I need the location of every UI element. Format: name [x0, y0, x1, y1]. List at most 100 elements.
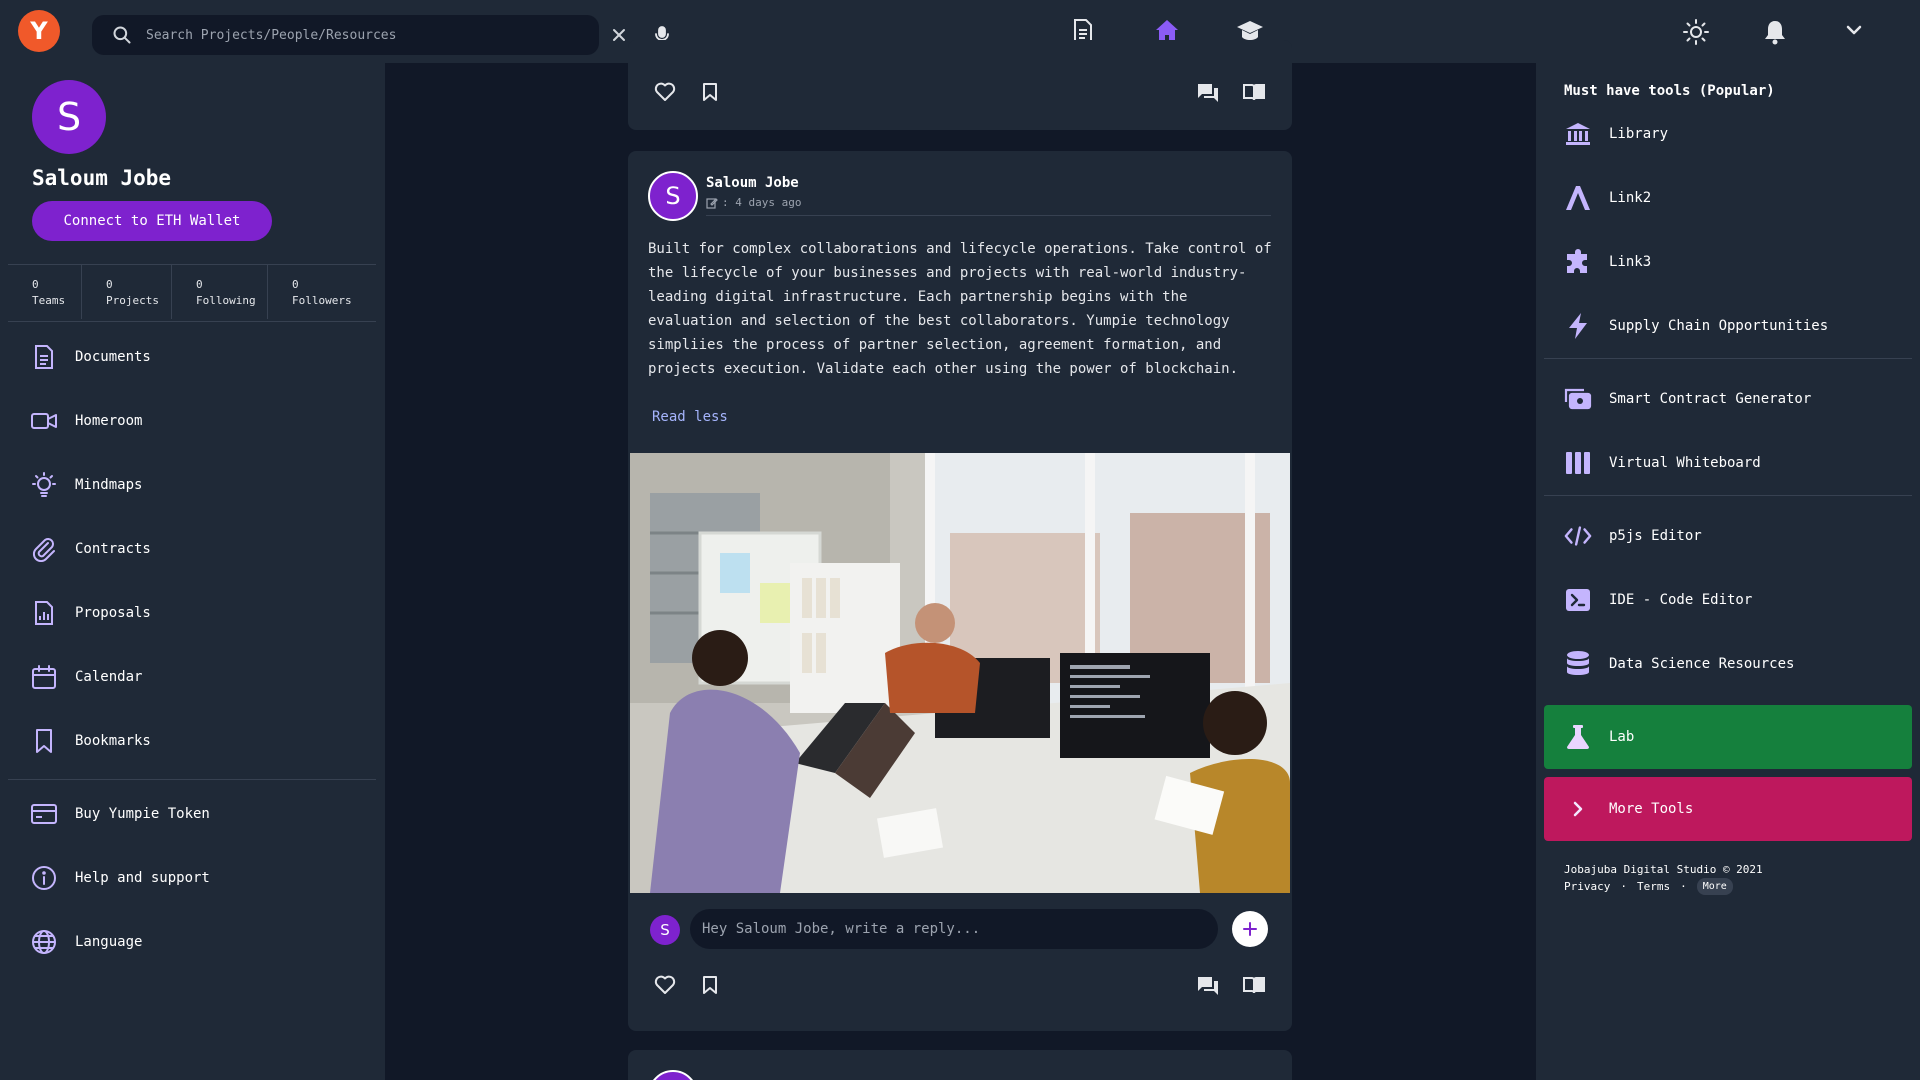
sidebar-item-label: Help and support: [75, 870, 210, 886]
sidebar-item-documents[interactable]: Documents: [8, 329, 376, 385]
sun-icon[interactable]: [1683, 19, 1709, 45]
tool-label: More Tools: [1609, 801, 1694, 817]
sidebar-item-homeroom[interactable]: Homeroom: [8, 393, 376, 449]
left-sidebar: S Saloum Jobe Connect to ETH Wallet 0 Te…: [0, 63, 385, 1080]
post-body: Built for complex collaborations and lif…: [648, 241, 1272, 377]
post-image[interactable]: [630, 453, 1290, 893]
divider: [8, 321, 376, 322]
sidebar-item-label: Contracts: [75, 541, 151, 557]
tool-virtual-whiteboard[interactable]: Virtual Whiteboard: [1544, 435, 1912, 491]
tool-lab[interactable]: Lab: [1544, 705, 1912, 769]
sidebar-item-label: Calendar: [75, 669, 143, 685]
bell-icon[interactable]: [1763, 19, 1787, 45]
app-logo[interactable]: Y: [18, 10, 60, 52]
sidebar-item-label: Buy Yumpie Token: [75, 806, 210, 822]
read-less-link[interactable]: Read less: [652, 409, 728, 425]
stat-label: Teams: [32, 294, 66, 307]
terminal-icon: [1564, 586, 1592, 614]
post-card: S Saloum Jobe : 4 days ago Built for com…: [628, 151, 1292, 1031]
tool-label: Smart Contract Generator: [1609, 391, 1812, 407]
tool-ide-code-editor[interactable]: IDE - Code Editor: [1544, 572, 1912, 628]
tool-label: Link3: [1609, 254, 1652, 270]
stat-teams[interactable]: 0 Teams: [8, 265, 82, 319]
comments-icon[interactable]: [1196, 975, 1220, 997]
clear-icon[interactable]: [612, 28, 626, 42]
heart-icon[interactable]: [654, 82, 676, 102]
sidebar-item-help[interactable]: Help and support: [8, 850, 376, 906]
privacy-link[interactable]: Privacy: [1564, 878, 1610, 895]
stat-followers[interactable]: 0 Followers: [268, 265, 368, 319]
connect-wallet-button[interactable]: Connect to ETH Wallet: [32, 201, 272, 241]
info-icon: [30, 864, 58, 892]
divider: [1544, 358, 1912, 359]
reply-input[interactable]: [690, 909, 1218, 949]
tools-panel: Must have tools (Popular) Library Link2 …: [1536, 63, 1920, 1080]
tool-smart-contract[interactable]: Smart Contract Generator: [1544, 371, 1912, 427]
tool-label: Library: [1609, 126, 1669, 142]
stat-projects[interactable]: 0 Projects: [82, 265, 172, 319]
post-actions: [628, 74, 1292, 114]
sidebar-item-calendar[interactable]: Calendar: [8, 649, 376, 705]
code-icon: [1564, 522, 1592, 550]
tool-library[interactable]: Library: [1544, 106, 1912, 162]
sidebar-item-contracts[interactable]: Contracts: [8, 521, 376, 577]
bookmark-icon[interactable]: [702, 975, 718, 995]
post-actions: [628, 967, 1292, 1007]
tool-supply-chain[interactable]: Supply Chain Opportunities: [1544, 298, 1912, 354]
sidebar-item-bookmarks[interactable]: Bookmarks: [8, 713, 376, 769]
tool-label: Link2: [1609, 190, 1652, 206]
bookmark-icon[interactable]: [702, 82, 718, 102]
chart-document-icon: [30, 599, 58, 627]
edit-icon: [706, 197, 718, 209]
divider: [8, 779, 376, 780]
separator: ·: [1680, 880, 1687, 893]
copyright: Jobajuba Digital Studio © 2021: [1564, 863, 1763, 876]
bookmark-icon: [30, 727, 58, 755]
sidebar-item-buy-token[interactable]: Buy Yumpie Token: [8, 786, 376, 842]
sidebar-item-mindmaps[interactable]: Mindmaps: [8, 457, 376, 513]
tool-label: Lab: [1609, 729, 1635, 745]
add-reply-button[interactable]: [1232, 911, 1268, 947]
profile-name: Saloum Jobe: [32, 166, 172, 190]
more-tools-button[interactable]: More Tools: [1544, 777, 1912, 841]
tool-label: IDE - Code Editor: [1609, 592, 1753, 608]
stat-value: 0: [196, 278, 203, 291]
database-icon: [1564, 650, 1592, 678]
lightbulb-icon: [30, 471, 58, 499]
tool-data-science[interactable]: Data Science Resources: [1544, 636, 1912, 692]
book-open-icon[interactable]: [1242, 82, 1266, 102]
avatar[interactable]: S: [650, 915, 680, 945]
sidebar-item-label: Proposals: [75, 605, 151, 621]
paperclip-icon: [30, 535, 58, 563]
tool-link2[interactable]: Link2: [1544, 170, 1912, 226]
book-open-icon[interactable]: [1242, 975, 1266, 995]
sidebar-item-proposals[interactable]: Proposals: [8, 585, 376, 641]
puzzle-icon: [1564, 248, 1592, 276]
avatar[interactable]: S: [32, 80, 106, 154]
stat-value: 0: [292, 278, 299, 291]
post-card-next: [628, 1050, 1292, 1080]
comments-icon[interactable]: [1196, 82, 1220, 104]
terms-link[interactable]: Terms: [1637, 878, 1670, 895]
sidebar-item-language[interactable]: Language: [8, 914, 376, 970]
post-card-previous: [628, 40, 1292, 130]
stat-value: 0: [106, 278, 113, 291]
post-author[interactable]: Saloum Jobe: [706, 175, 799, 191]
search-input[interactable]: [146, 23, 546, 47]
search-bar: [92, 15, 669, 55]
avatar[interactable]: [648, 1070, 698, 1080]
tool-label: Virtual Whiteboard: [1609, 455, 1761, 471]
more-link[interactable]: More: [1696, 878, 1733, 895]
tool-label: p5js Editor: [1609, 528, 1702, 544]
divider: [1544, 495, 1912, 496]
beaker-icon: [1564, 723, 1592, 751]
tool-link3[interactable]: Link3: [1544, 234, 1912, 290]
stat-following[interactable]: 0 Following: [172, 265, 268, 319]
sidebar-item-label: Mindmaps: [75, 477, 143, 493]
chevron-down-icon[interactable]: [1846, 24, 1862, 36]
tool-p5js-editor[interactable]: p5js Editor: [1544, 508, 1912, 564]
heart-icon[interactable]: [654, 975, 676, 995]
avatar[interactable]: S: [648, 171, 698, 221]
columns-icon: [1564, 449, 1592, 477]
plus-icon: [1242, 921, 1258, 937]
